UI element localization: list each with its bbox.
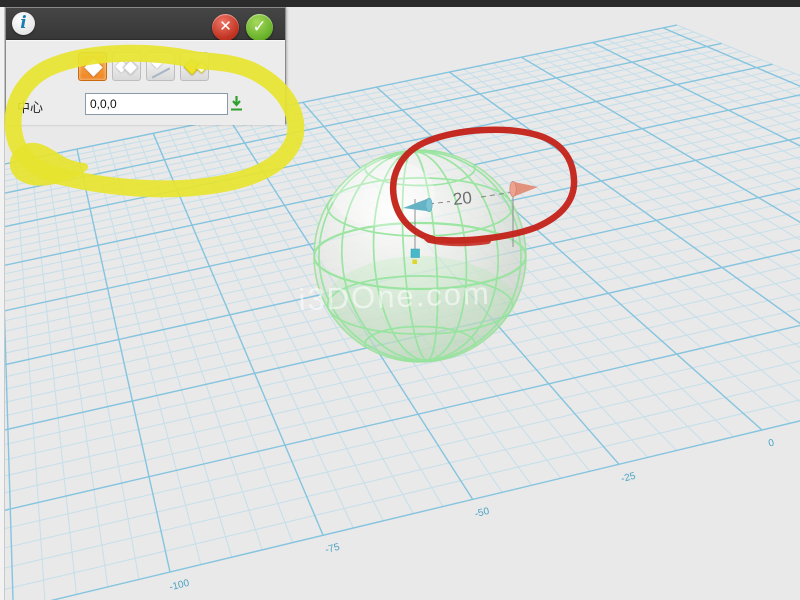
cancel-button[interactable]: ✕ xyxy=(212,14,239,41)
origin-marker xyxy=(413,260,418,265)
center-coordinates-input[interactable] xyxy=(85,93,228,115)
grid-axis-label: -50 xyxy=(474,506,491,520)
tool-single-diamond-button[interactable] xyxy=(78,52,107,81)
window-top-strip xyxy=(0,0,800,7)
info-icon[interactable]: i xyxy=(12,12,35,35)
dimension-value[interactable]: 20 xyxy=(452,188,473,209)
drag-handle-right-icon[interactable] xyxy=(510,181,538,196)
pick-point-arrow-icon[interactable] xyxy=(228,95,245,112)
grid-axis-label: -75 xyxy=(324,542,341,556)
tool-double-diamond-button[interactable] xyxy=(112,52,141,81)
sphere-center-marker[interactable] xyxy=(411,249,420,258)
dialog-body: 中心 xyxy=(6,40,285,125)
tool-diamond-edge-button[interactable] xyxy=(146,52,175,81)
grid-axis-label: -25 xyxy=(620,471,637,485)
dialog-titlebar[interactable]: i ✕ ✓ xyxy=(6,8,285,40)
double-diamond-icon xyxy=(123,60,139,76)
sphere-tool-dialog: i ✕ ✓ xyxy=(5,7,286,124)
confirm-button[interactable]: ✓ xyxy=(246,14,273,41)
tool-diamond-pair-button[interactable] xyxy=(180,52,209,81)
edge-line-icon xyxy=(152,67,171,78)
sphere-model[interactable] xyxy=(312,145,528,368)
tool-mode-row xyxy=(78,52,209,81)
diamond-icon xyxy=(84,58,102,76)
grid-axis-label: 0 xyxy=(767,437,775,449)
center-field-label: 中心 xyxy=(17,97,43,116)
grid-axis-label: -100 xyxy=(168,578,191,594)
watermark-text: i3DOne.com xyxy=(298,276,491,318)
app-window: -100 -75 -50 -25 0 xyxy=(0,0,800,600)
diamond-edge-icon xyxy=(151,57,162,68)
center-field-row: 中心 xyxy=(6,93,287,119)
